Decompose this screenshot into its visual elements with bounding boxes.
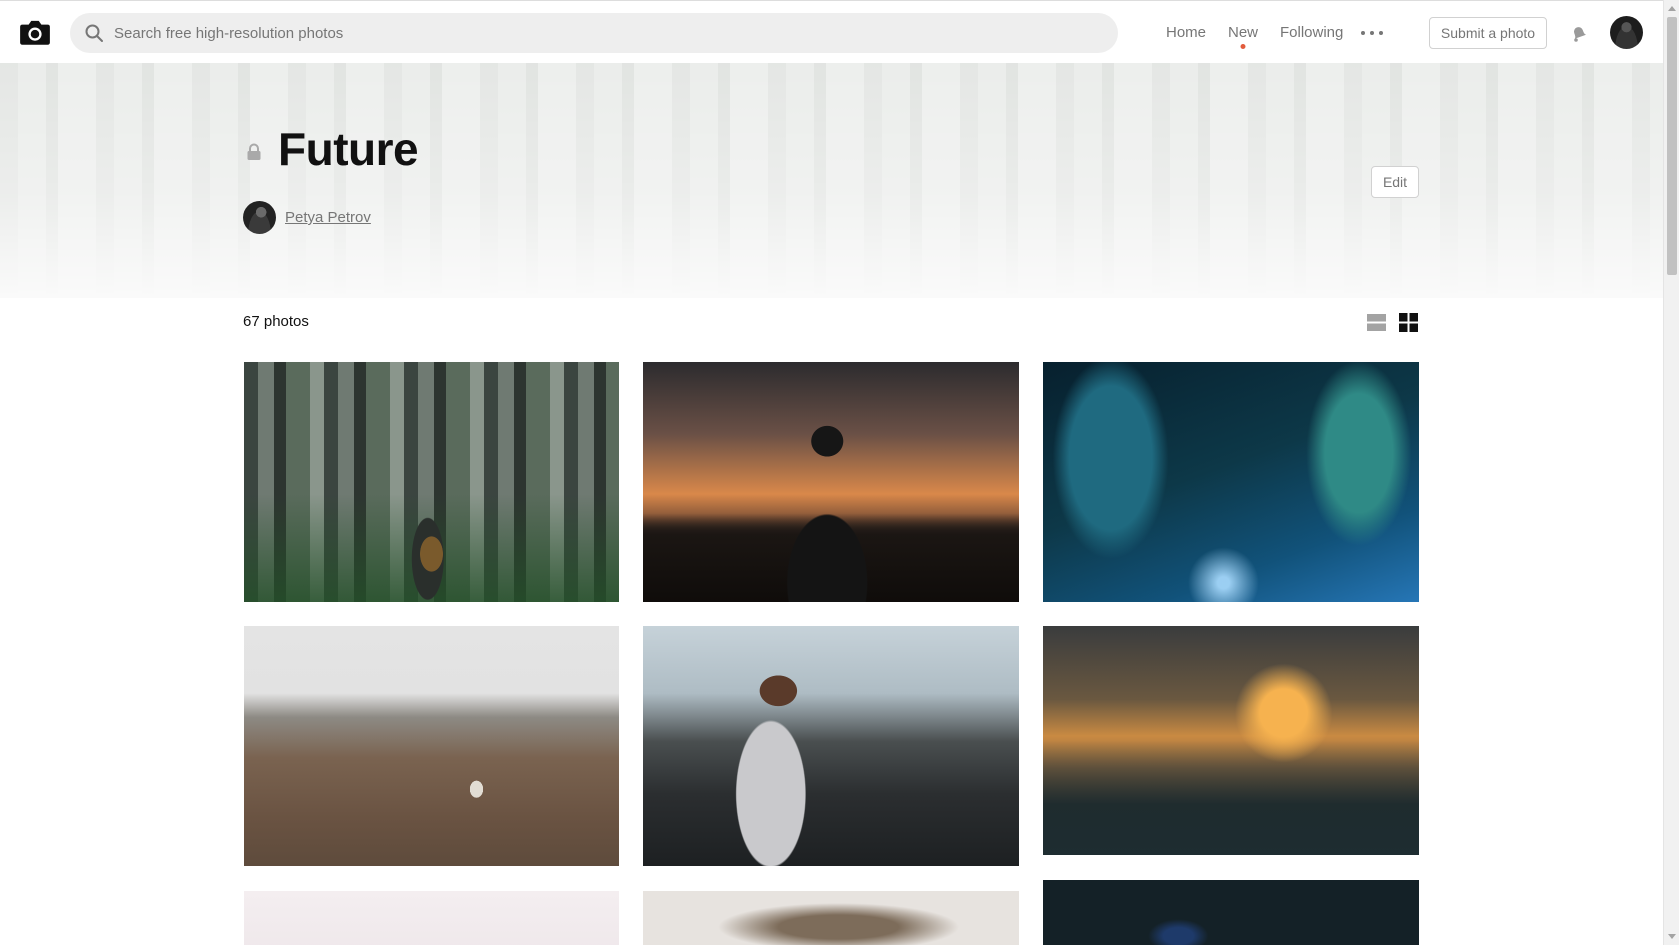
lock-icon [247,143,261,160]
author-avatar[interactable] [243,201,276,234]
search-bar[interactable] [70,13,1118,53]
scroll-up-arrow-icon[interactable] [1668,6,1676,11]
photo-forest-hiker[interactable] [244,362,619,602]
ellipsis-icon[interactable] [1361,22,1383,44]
ellipsis-dot [1370,31,1374,35]
search-icon[interactable] [84,23,104,43]
ellipsis-dot [1379,31,1383,35]
top-bar: Home New Following Submit a photo [0,0,1663,63]
camera-icon[interactable] [18,15,52,49]
submit-photo-button[interactable]: Submit a photo [1429,17,1547,49]
photo-count: 67 photos [243,313,309,330]
photo-pink-gradient[interactable] [244,891,619,945]
new-indicator-dot [1240,44,1246,49]
vertical-scrollbar[interactable] [1663,0,1679,945]
photo-city-skyline[interactable] [1043,626,1419,855]
photo-sunset-silhouette[interactable] [643,362,1019,602]
nav-home-link[interactable]: Home [1166,1,1206,64]
nav-new-label: New [1228,24,1259,41]
photo-mountain-clouds[interactable] [643,891,1019,945]
ellipsis-dot [1361,31,1365,35]
photo-woman-pier[interactable] [643,626,1019,866]
edit-collection-button[interactable]: Edit [1371,166,1419,198]
photo-glacier-aurora[interactable] [1043,362,1419,602]
nav-following-label: Following [1280,24,1344,41]
user-avatar[interactable] [1610,16,1643,49]
bell-icon[interactable] [1568,22,1590,44]
photo-misty-valley[interactable] [244,626,619,866]
grid-view-icon[interactable] [1399,313,1418,332]
nav-new-link[interactable]: New [1228,1,1258,64]
scroll-thumb[interactable] [1667,17,1677,275]
search-input[interactable] [114,24,1094,42]
app-window: Home New Following Submit a photo Future… [0,0,1679,945]
nav-following-link[interactable]: Following [1280,1,1343,64]
list-view-icon[interactable] [1367,313,1386,332]
scroll-down-arrow-icon[interactable] [1668,934,1676,939]
photo-night-scene[interactable] [1043,880,1419,945]
nav-home-label: Home [1166,24,1207,41]
collection-title: Future [278,123,419,175]
author-link[interactable]: Petya Petrov [285,209,371,226]
